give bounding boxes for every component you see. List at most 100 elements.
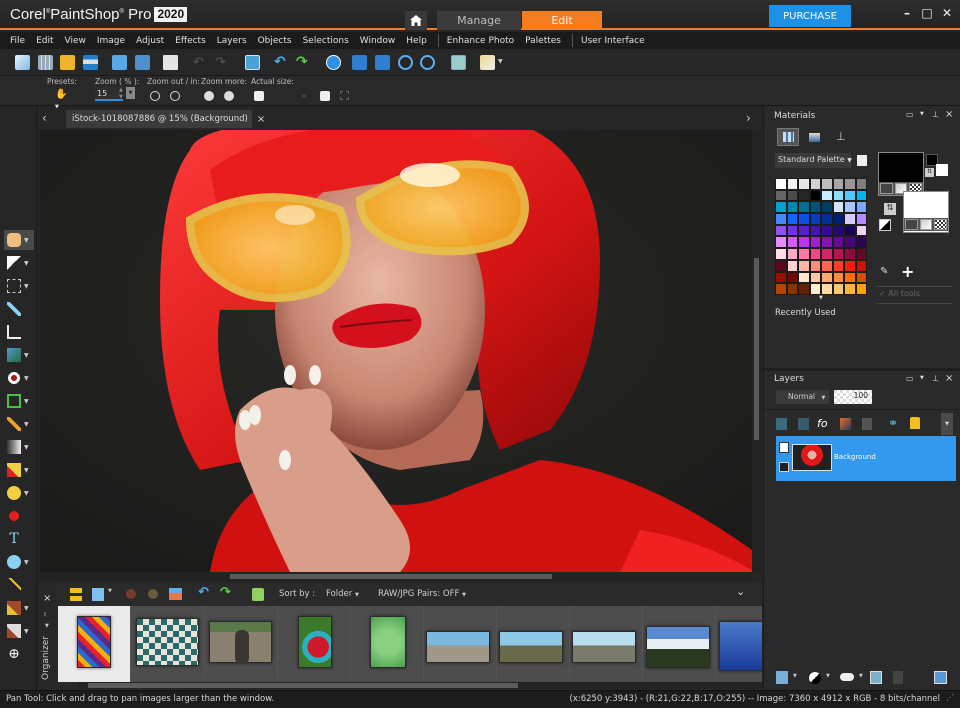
menu-window[interactable]: Window	[360, 36, 396, 46]
chevron-down-icon[interactable]: ⌄	[736, 585, 745, 598]
color-style-icon[interactable]	[905, 219, 918, 230]
thumb-tiles[interactable]	[136, 618, 199, 666]
maximize-button[interactable]: □	[920, 6, 934, 20]
color-swatch[interactable]	[821, 259, 833, 272]
color-swatch[interactable]	[821, 201, 833, 214]
color-swatch[interactable]	[844, 271, 856, 284]
collapse-organizer-icon[interactable]	[70, 588, 82, 601]
color-swatch[interactable]	[809, 236, 821, 249]
color-swatch[interactable]	[844, 259, 856, 272]
chevron-down-icon[interactable]: ▼	[498, 58, 503, 65]
color-swatch[interactable]	[786, 213, 798, 225]
actual-size-icon[interactable]	[352, 55, 367, 70]
tag-icon[interactable]	[126, 589, 136, 599]
color-swatch[interactable]	[844, 189, 856, 202]
chevron-down-icon[interactable]: ▼	[24, 260, 29, 267]
tool-button[interactable]: ▼	[4, 345, 34, 365]
color-swatch[interactable]	[844, 283, 856, 295]
thumb-vegetables[interactable]	[298, 616, 332, 668]
actual-size-button[interactable]	[254, 91, 264, 101]
thumbnail-cell[interactable]	[131, 606, 205, 682]
color-swatch[interactable]	[832, 178, 844, 190]
layer-lock-toggle-icon[interactable]	[779, 462, 789, 472]
color-swatch[interactable]	[798, 224, 810, 237]
tool-button[interactable]	[4, 299, 34, 319]
layers-options-dropdown[interactable]: ▼	[941, 413, 953, 435]
thumbnail-cell[interactable]	[424, 606, 497, 682]
thumbnail-cell[interactable]	[497, 606, 570, 682]
tab-edit[interactable]: Edit	[522, 11, 602, 30]
color-swatch[interactable]	[832, 271, 844, 284]
layer-row[interactable]: Background	[776, 436, 956, 481]
small-background-swatch[interactable]	[936, 164, 948, 176]
menu-layers[interactable]: Layers	[217, 36, 247, 46]
tool-button[interactable]	[4, 322, 34, 342]
tool-button[interactable]: T	[4, 529, 34, 549]
color-swatch[interactable]	[809, 213, 821, 225]
color-swatch[interactable]	[832, 224, 844, 237]
color-swatch[interactable]	[798, 271, 810, 284]
thumbnail-cell[interactable]	[278, 606, 351, 682]
float-panel-icon[interactable]: ▭	[906, 374, 914, 383]
opacity-field[interactable]: 100	[834, 390, 872, 404]
purchase-button[interactable]: PURCHASE	[769, 5, 851, 27]
layer-name[interactable]: Background	[834, 453, 876, 461]
color-swatch[interactable]	[855, 259, 867, 272]
color-swatch[interactable]	[775, 236, 787, 249]
chevron-down-icon[interactable]: ▼	[24, 559, 29, 566]
tool-button[interactable]: ⊕	[4, 644, 34, 664]
color-swatch[interactable]	[821, 236, 833, 249]
color-swatch[interactable]	[821, 189, 833, 202]
close-panel-icon[interactable]: ×	[945, 109, 953, 120]
close-tab-icon[interactable]: ×	[257, 114, 265, 125]
swatches-tab[interactable]	[777, 128, 799, 146]
chevron-down-icon[interactable]: ▼	[24, 398, 29, 405]
chevron-down-icon[interactable]: ▼	[920, 111, 924, 117]
color-swatch[interactable]	[786, 259, 798, 272]
new-from-template-icon[interactable]	[38, 55, 53, 70]
new-file-icon[interactable]	[15, 55, 30, 70]
raw-jpg-pairs-dropdown[interactable]: RAW/JPG Pairs: OFF ▼	[378, 589, 466, 599]
color-swatch[interactable]	[821, 248, 833, 260]
open-folder-icon[interactable]	[60, 55, 75, 70]
color-swatch[interactable]	[786, 189, 798, 202]
color-swatch[interactable]	[855, 271, 867, 284]
color-swatch[interactable]	[809, 283, 821, 295]
tool-button[interactable]	[4, 575, 34, 595]
tool-button[interactable]: ▼	[4, 414, 34, 434]
redo-history-icon[interactable]: ↷	[296, 55, 311, 70]
fit-screen-button[interactable]	[320, 91, 330, 101]
tool-button[interactable]: ▼	[4, 483, 34, 503]
menu-image[interactable]: Image	[97, 36, 125, 46]
save-icon[interactable]	[112, 55, 127, 70]
rotate-right-icon[interactable]: ↷	[220, 585, 231, 600]
organizer-scrollbar[interactable]	[78, 682, 762, 689]
chevron-down-icon[interactable]: ▼	[24, 352, 29, 359]
color-swatch[interactable]	[786, 201, 798, 214]
zoom-to-fit-icon[interactable]	[451, 55, 466, 70]
color-swatch[interactable]	[821, 283, 833, 295]
swap-small-icon[interactable]: ⇅	[925, 168, 934, 177]
tool-button[interactable]: ▼	[4, 552, 34, 572]
tool-button[interactable]: ▼	[4, 437, 34, 457]
zoom-more-in-button[interactable]	[224, 91, 234, 101]
chevron-down-icon[interactable]: ▼	[24, 375, 29, 382]
tool-button[interactable]: ▼	[4, 230, 34, 250]
color-swatch[interactable]	[809, 224, 821, 237]
fx-layer-icon[interactable]: fo	[817, 417, 828, 430]
swap-colors-icon[interactable]: ⇅	[884, 203, 896, 215]
chevron-down-icon[interactable]: ▼	[24, 628, 29, 635]
color-swatch[interactable]	[786, 271, 798, 284]
color-swatch[interactable]	[786, 178, 798, 190]
color-swatch[interactable]	[786, 248, 798, 260]
color-swatch[interactable]	[775, 213, 787, 225]
new-layer-icon[interactable]	[776, 671, 788, 684]
minimize-button[interactable]: –	[900, 6, 914, 20]
mask-icon[interactable]	[840, 673, 854, 681]
all-tools-checkbox[interactable]: ✓ All tools	[879, 289, 920, 298]
adjustment-layer-icon[interactable]	[840, 418, 851, 430]
pin-icon[interactable]: ⊥	[932, 374, 939, 383]
rotate-left-icon[interactable]: ↶	[198, 585, 209, 600]
color-swatch[interactable]	[775, 178, 787, 190]
menu-adjust[interactable]: Adjust	[136, 36, 164, 46]
